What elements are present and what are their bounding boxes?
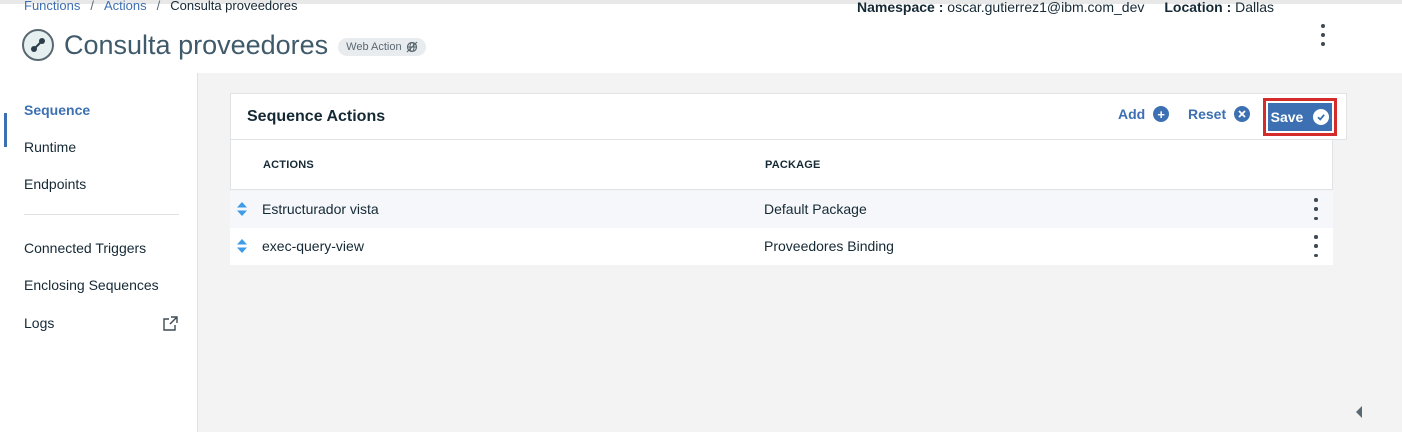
breadcrumb-separator: / xyxy=(90,0,94,13)
breadcrumb-separator: / xyxy=(156,0,161,13)
drag-sort-icon[interactable] xyxy=(236,238,248,254)
breadcrumb: Functions / Actions / Consulta proveedores xyxy=(24,0,297,13)
sidebar-item-connected-triggers[interactable]: Connected Triggers xyxy=(0,231,198,265)
action-name: Estructurador vista xyxy=(262,201,379,217)
namespace-location: Namespace : oscar.gutierrez1@ibm.com_dev… xyxy=(857,0,1274,15)
row-overflow-menu-icon[interactable] xyxy=(1312,197,1320,221)
package-name: Default Package xyxy=(764,201,867,217)
sidebar-item-logs-label: Logs xyxy=(24,315,55,331)
save-button-label: Save xyxy=(1270,109,1304,125)
page-title: Consulta proveedores xyxy=(64,29,329,60)
package-name: Proveedores Binding xyxy=(764,238,894,254)
column-header-actions: ACTIONS xyxy=(263,159,314,171)
card-header: Sequence Actions Add + Reset Save xyxy=(230,93,1347,140)
sequence-action-icon xyxy=(22,29,54,61)
close-icon xyxy=(1234,106,1251,122)
checkmark-icon xyxy=(1313,109,1330,125)
collapse-panel-icon[interactable] xyxy=(1354,405,1364,419)
location-label: Location : xyxy=(1164,0,1232,15)
add-button[interactable]: Add + xyxy=(1118,106,1170,122)
sidebar-divider xyxy=(24,214,179,215)
table-header: ACTIONS PACKAGE xyxy=(230,140,1333,190)
row-overflow-menu-icon[interactable] xyxy=(1312,234,1320,258)
web-action-badge-label: Web Action xyxy=(346,41,402,53)
save-button-inner: Save xyxy=(1268,103,1332,131)
sidebar-item-logs[interactable]: Logs xyxy=(0,306,198,340)
table-row[interactable]: exec-query-view Proveedores Binding xyxy=(230,228,1333,265)
namespace-value: oscar.gutierrez1@ibm.com_dev xyxy=(947,0,1145,15)
sidebar-item-sequence[interactable]: Sequence xyxy=(0,93,198,147)
web-action-badge: Web Action xyxy=(338,38,426,56)
web-disabled-icon xyxy=(406,41,418,53)
external-link-icon xyxy=(163,316,178,331)
add-button-label: Add xyxy=(1118,106,1146,122)
save-button[interactable]: Save xyxy=(1263,98,1337,136)
reset-button[interactable]: Reset xyxy=(1188,106,1251,122)
add-icon: + xyxy=(1153,106,1170,122)
page-header: Functions / Actions / Consulta proveedores C… xyxy=(0,0,1402,73)
sidebar-item-enclosing-sequences[interactable]: Enclosing Sequences xyxy=(0,268,198,302)
location-value: Dallas xyxy=(1235,0,1275,15)
sequence-actions-card: Sequence Actions Add + Reset Save ACTION… xyxy=(230,93,1347,266)
reset-button-label: Reset xyxy=(1188,106,1227,122)
breadcrumb-current: Consulta proveedores xyxy=(170,0,298,13)
breadcrumb-functions[interactable]: Functions xyxy=(24,0,80,13)
drag-sort-icon[interactable] xyxy=(236,201,248,217)
breadcrumb-actions[interactable]: Actions xyxy=(104,0,147,13)
overflow-menu-icon[interactable] xyxy=(1316,22,1330,48)
action-name: exec-query-view xyxy=(262,238,364,254)
sidebar: Sequence Runtime Endpoints Connected Tri… xyxy=(0,73,198,432)
namespace-label: Namespace : xyxy=(857,0,944,15)
sidebar-item-runtime[interactable]: Runtime xyxy=(0,130,198,164)
sidebar-item-endpoints[interactable]: Endpoints xyxy=(0,167,198,201)
table-row[interactable]: Estructurador vista Default Package xyxy=(230,191,1333,228)
title-row: Consulta proveedores Web Action xyxy=(22,28,426,62)
card-title: Sequence Actions xyxy=(247,108,386,125)
column-header-package: PACKAGE xyxy=(765,159,821,171)
